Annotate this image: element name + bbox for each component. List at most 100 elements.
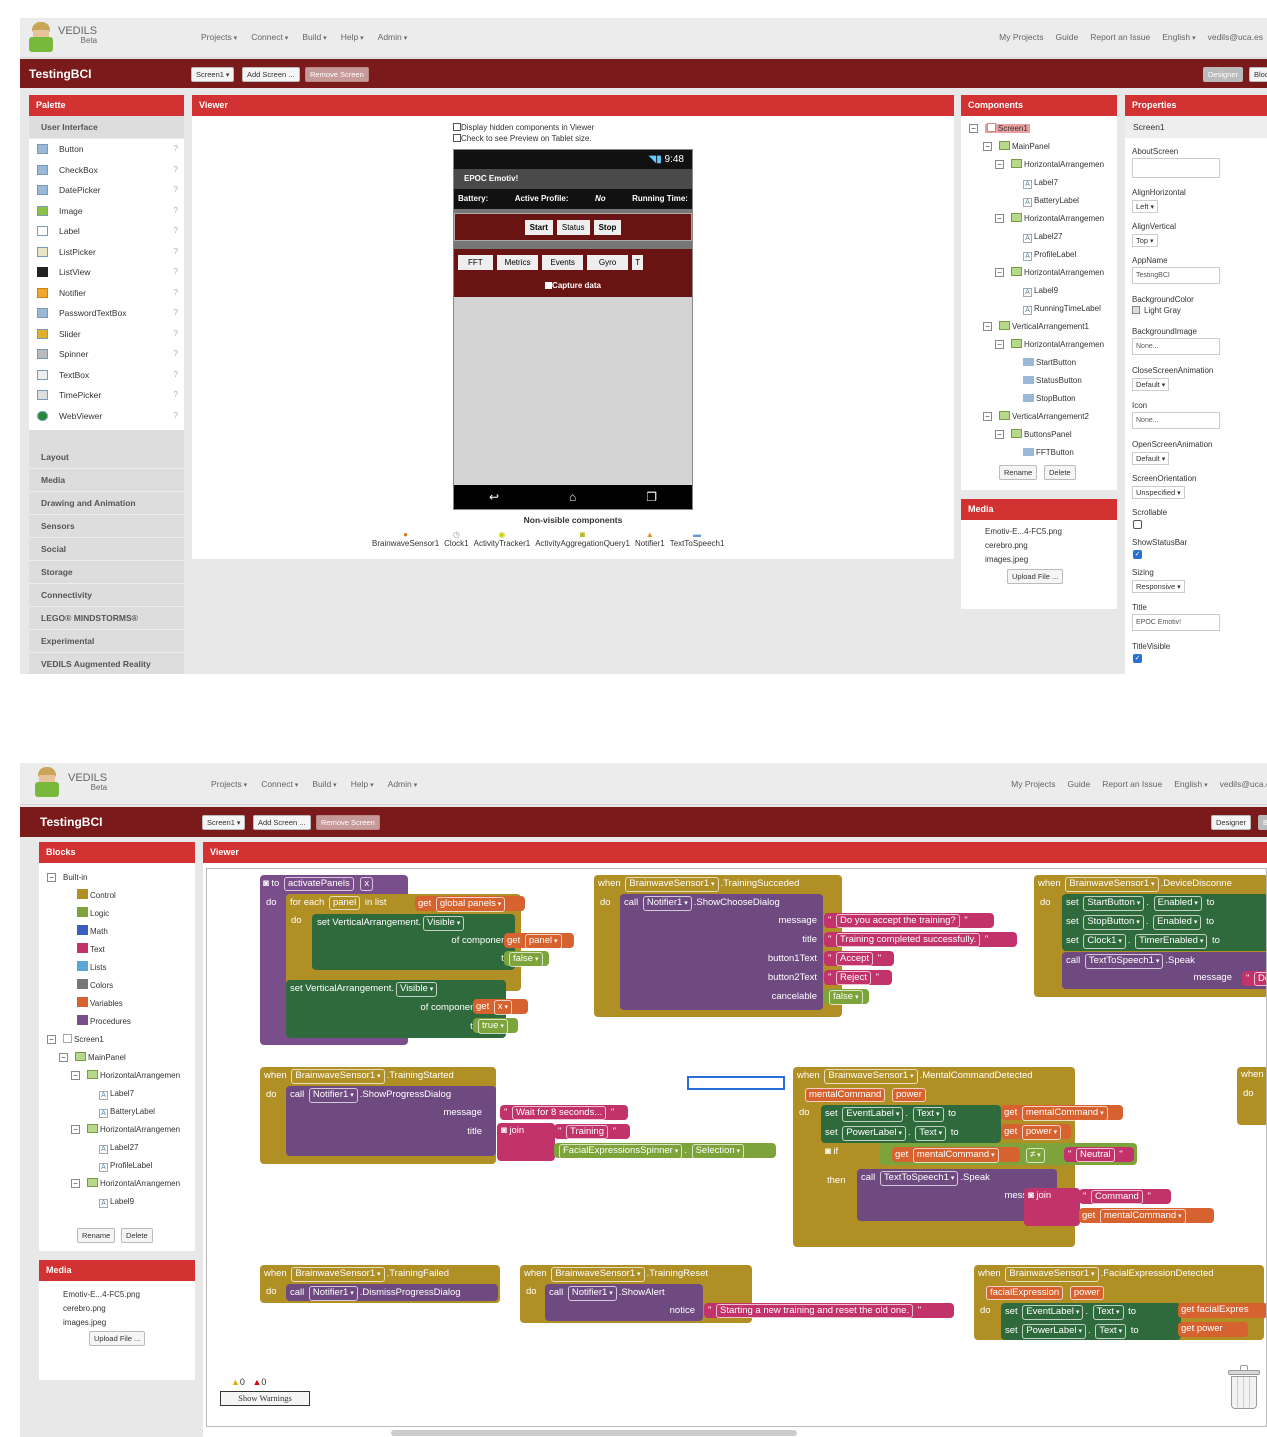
capture-data-checkbox[interactable]: Capture data [454,275,692,297]
blocks-button[interactable]: Blocks [1249,67,1267,82]
tree-label27[interactable]: A Label27 [969,228,1104,246]
media-file[interactable]: images.jpeg [63,1316,195,1330]
icon-input[interactable]: None... [1132,412,1220,429]
text-reject[interactable]: " Reject " [824,970,892,985]
palette-image[interactable]: Image? [29,201,184,222]
upload-file-button[interactable]: Upload File ... [1007,569,1064,584]
palette-checkbox[interactable]: CheckBox? [29,160,184,181]
call-speak[interactable]: call TextToSpeech1.Speak message " De [1062,952,1266,989]
collapse-icon[interactable]: − [71,1179,80,1188]
statusbar-checkbox[interactable]: ✓ [1133,550,1142,559]
palette-category-experimental[interactable]: Experimental [29,629,184,653]
report-issue-link[interactable]: Report an Issue [1090,32,1150,42]
show-warnings-button[interactable]: Show Warnings [220,1391,310,1406]
join-block[interactable]: ◙ join [1024,1188,1080,1226]
builtin-math[interactable]: Math [47,923,180,941]
tree-batterylabel[interactable]: A BatteryLabel [969,192,1104,210]
menu-help[interactable]: Help [341,32,364,42]
help-icon[interactable]: ? [174,262,178,283]
palette-category-social[interactable]: Social [29,537,184,561]
delete-button[interactable]: Delete [1044,465,1076,480]
palette-spinner[interactable]: Spinner? [29,344,184,365]
checkbox[interactable] [453,123,461,131]
tree-statusbutton[interactable]: StatusButton [969,372,1104,390]
when-block-partial[interactable]: when do [1237,1067,1266,1125]
help-icon[interactable]: ? [174,385,178,406]
collapse-icon[interactable]: − [983,142,992,151]
media-file[interactable]: cerebro.png [985,539,1117,553]
call-show-alert[interactable]: call Notifier1.ShowAlert notice [545,1284,703,1321]
collapse-icon[interactable]: − [47,1035,56,1044]
rename-button[interactable]: Rename [999,465,1038,480]
menu-build[interactable]: Build [302,32,326,42]
tree-label7[interactable]: A Label7 [47,1085,180,1103]
report-issue-link[interactable]: Report an Issue [1102,779,1162,789]
spinner-selection[interactable]: FacialExpressionsSpinner. Selection [554,1143,776,1159]
builtin-text[interactable]: Text [47,941,180,959]
tree-label7[interactable]: A Label7 [969,174,1104,192]
help-icon[interactable]: ? [174,160,178,181]
remove-screen-button[interactable]: Remove Screen [316,815,380,830]
collapse-icon[interactable]: − [59,1053,68,1062]
palette-textbox[interactable]: TextBox? [29,365,184,386]
home-icon[interactable]: ⌂ [569,490,576,504]
tree-horizontal-2[interactable]: − HorizontalArrangemen [47,1121,180,1139]
text-accept[interactable]: " Accept " [824,951,894,966]
language-menu[interactable]: English [1162,32,1195,42]
text-starting-new-training[interactable]: " Starting a new training and reset the … [704,1303,954,1318]
menu-projects[interactable]: Projects [211,779,247,789]
text-training[interactable]: " Training " [554,1124,630,1139]
tree-stopbutton[interactable]: StopButton [969,390,1104,408]
set-enabled-blocks[interactable]: set StartButton. Enabled to set StopButt… [1062,894,1266,951]
text-block[interactable]: " De [1242,971,1266,986]
palette-category-storage[interactable]: Storage [29,560,184,584]
neq-operator[interactable]: ≠ [1024,1148,1047,1163]
upload-file-button[interactable]: Upload File ... [89,1331,146,1346]
collapse-icon[interactable]: − [71,1125,80,1134]
tree-runningtimelabel[interactable]: A RunningTimeLabel [969,300,1104,318]
gyro-button[interactable]: Gyro [586,254,629,270]
text-wait[interactable]: " Wait for 8 seconds... " [500,1105,628,1120]
palette-slider[interactable]: Slider? [29,324,184,345]
help-icon[interactable]: ? [174,344,178,365]
metrics-button[interactable]: Metrics [496,254,539,270]
menu-projects[interactable]: Projects [201,32,237,42]
get-panel[interactable]: get panel [504,933,574,949]
tree-vertical-1[interactable]: − VerticalArrangement1 [969,318,1104,336]
user-menu[interactable]: vedils@uca.es [1208,32,1263,42]
delete-button[interactable]: Delete [121,1228,153,1243]
display-hidden-option[interactable]: Display hidden components in Viewer [453,123,594,132]
menu-connect[interactable]: Connect [261,779,298,789]
menu-build[interactable]: Build [312,779,336,789]
media-file[interactable]: cerebro.png [63,1302,195,1316]
call-show-progress-dialog[interactable]: call Notifier1.ShowProgressDialog messag… [286,1086,496,1156]
get-x[interactable]: get x [473,999,528,1015]
text-command[interactable]: " Command " [1079,1189,1171,1204]
screen-select[interactable]: Screen1 [202,815,246,830]
menu-connect[interactable]: Connect [251,32,288,42]
tree-mainpanel[interactable]: − MainPanel [969,138,1104,156]
guide-link[interactable]: Guide [1056,32,1079,42]
checkbox[interactable] [453,134,461,142]
get-mental-command[interactable]: get mentalCommand [1001,1105,1123,1121]
titlevisible-checkbox[interactable]: ✓ [1133,654,1142,663]
tree-profilelabel[interactable]: A ProfileLabel [969,246,1104,264]
tree-batterylabel[interactable]: A BatteryLabel [47,1103,180,1121]
false-block[interactable]: false [824,989,869,1005]
collapse-icon[interactable]: − [71,1071,80,1080]
palette-listpicker[interactable]: ListPicker? [29,242,184,263]
fft-button[interactable]: FFT [458,254,493,270]
menu-admin[interactable]: Admin [388,779,418,789]
trash-icon[interactable] [1228,1365,1260,1410]
get-power[interactable]: get power [1001,1124,1071,1140]
appname-input[interactable]: TestingBCI [1132,267,1220,284]
menu-help[interactable]: Help [351,779,374,789]
remove-screen-button[interactable]: Remove Screen [305,67,369,82]
false-block[interactable]: false [504,951,549,967]
start-button[interactable]: Start [524,219,553,235]
designer-button[interactable]: Designer [1203,67,1244,82]
set-labels[interactable]: set EventLabel. Text to set PowerLabel. … [821,1105,1001,1143]
help-icon[interactable]: ? [174,283,178,304]
about-screen-input[interactable] [1132,158,1220,178]
bgimage-input[interactable]: None... [1132,338,1220,355]
